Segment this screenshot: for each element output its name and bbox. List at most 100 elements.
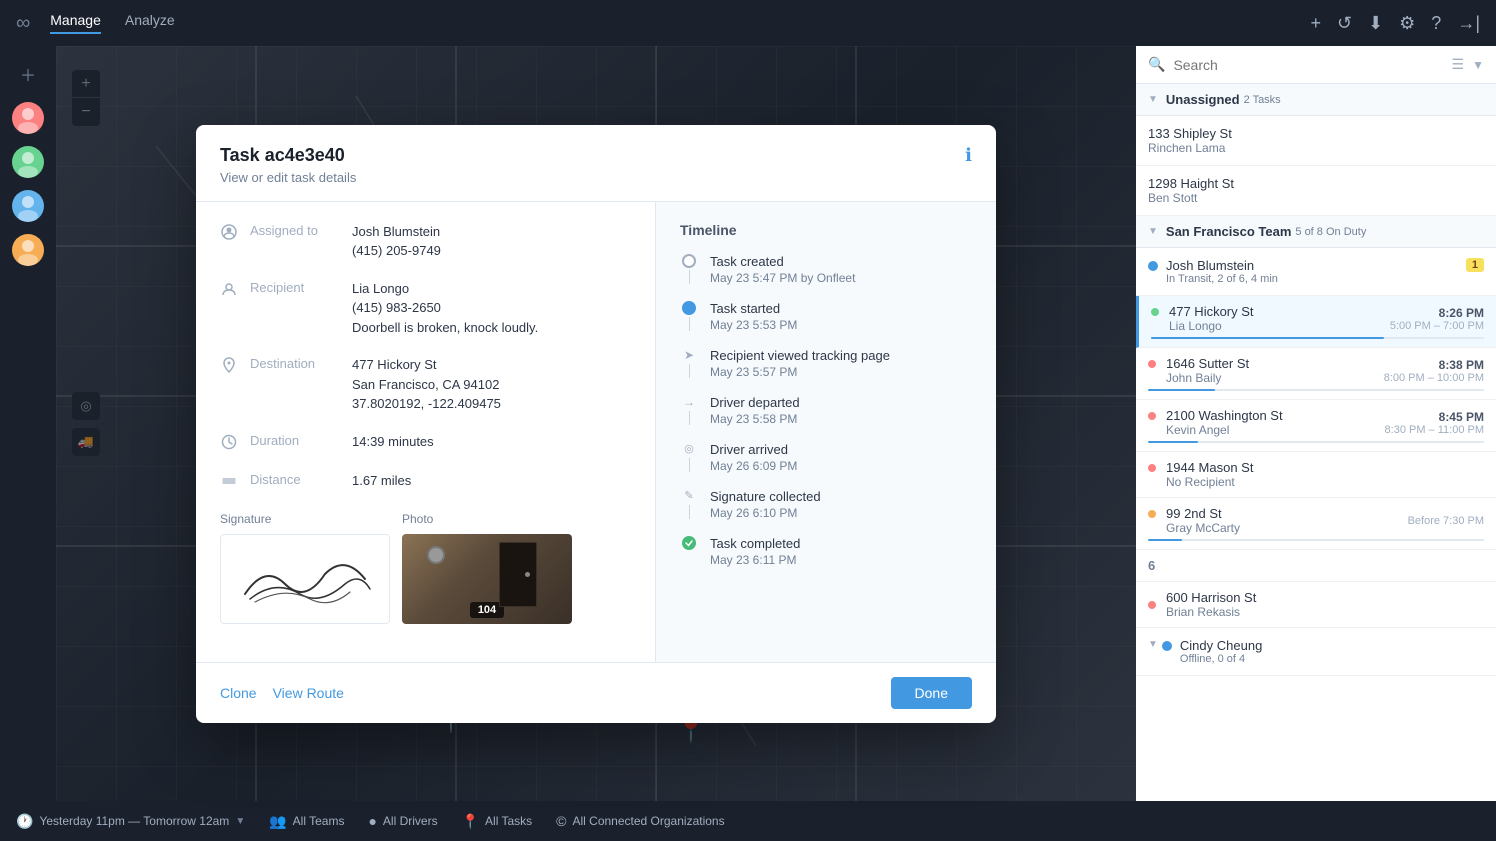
timeline-event-signature: Signature collected: [710, 489, 972, 504]
timeline-time-created: May 23 5:47 PM by Onfleet: [710, 271, 972, 285]
search-input[interactable]: [1173, 57, 1443, 73]
modal-overlay: Task ac4e3e40 View or edit task details …: [56, 46, 1136, 801]
timeline-item-completed: Task completed May 23 6:11 PM: [680, 536, 972, 567]
task-person-shipley: Rinchen Lama: [1148, 141, 1484, 155]
sf-team-arrow-icon: ▼: [1148, 226, 1158, 237]
timeline-dot-arrived: ◎: [682, 442, 696, 456]
route-name-harrison: Brian Rekasis: [1166, 605, 1256, 619]
photo-area: Photo 104: [402, 512, 572, 624]
route-name-mason: No Recipient: [1166, 475, 1253, 489]
route-washington[interactable]: 2100 Washington St Kevin Angel 8:45 PM 8…: [1136, 400, 1496, 452]
timeline-dot-departed: →: [682, 395, 696, 409]
distance-icon: [220, 473, 238, 492]
timeline-time-departed: May 23 5:58 PM: [710, 412, 972, 426]
nav-left: ∞ Manage Analyze: [16, 12, 175, 35]
driver-cindy[interactable]: ▼ Cindy Cheung Offline, 0 of 4: [1136, 628, 1496, 676]
left-sidebar: ＋: [0, 46, 56, 801]
cindy-collapse-icon: ▼: [1148, 639, 1158, 650]
sort-icon[interactable]: ▼: [1472, 58, 1484, 72]
view-route-link[interactable]: View Route: [273, 685, 344, 701]
task-item-haight[interactable]: 1298 Haight St Ben Stott: [1136, 166, 1496, 216]
modal-info-button[interactable]: ℹ: [965, 145, 972, 166]
task-item-shipley[interactable]: 133 Shipley St Rinchen Lama: [1136, 116, 1496, 166]
drivers-icon: ●: [368, 813, 376, 829]
task-title-haight: 1298 Haight St: [1148, 176, 1484, 191]
route-dot-hickory: [1151, 308, 1159, 316]
route-name-sutter: John Baily: [1166, 371, 1249, 385]
help-icon[interactable]: ?: [1431, 13, 1441, 34]
settings-icon[interactable]: ⚙: [1399, 13, 1415, 34]
signature-image[interactable]: [220, 534, 390, 624]
signature-area: Signature: [220, 512, 390, 624]
route-dot-harrison: [1148, 601, 1156, 609]
timeline-dot-started: [682, 301, 696, 315]
duration-icon: [220, 434, 238, 453]
task-title-shipley: 133 Shipley St: [1148, 126, 1484, 141]
assigned-label: Assigned to: [250, 223, 340, 238]
route-progress-fill-2nd: [1148, 539, 1182, 541]
route-2nd[interactable]: 99 2nd St Gray McCarty Before 7:30 PM: [1136, 498, 1496, 550]
route-harrison[interactable]: 600 Harrison St Brian Rekasis: [1136, 582, 1496, 628]
modal-footer: Clone View Route Done: [196, 662, 996, 723]
duration-field: Duration 14:39 minutes: [220, 432, 631, 453]
timeline-item-created: Task created May 23 5:47 PM by Onfleet: [680, 254, 972, 285]
time-range-item[interactable]: 🕐 Yesterday 11pm — Tomorrow 12am ▼: [16, 813, 245, 830]
timeline-item-viewed: ➤ Recipient viewed tracking page May 23 …: [680, 348, 972, 379]
media-row: Signature Photo: [220, 512, 631, 624]
all-drivers-item[interactable]: ● All Drivers: [368, 813, 437, 829]
sf-team-section-header[interactable]: ▼ San Francisco Team 5 of 8 On Duty: [1136, 216, 1496, 248]
timeline-event-completed: Task completed: [710, 536, 972, 551]
refresh-icon[interactable]: ↺: [1337, 13, 1352, 34]
add-task-icon[interactable]: ＋: [12, 58, 44, 90]
route-time-sutter: 8:38 PM: [1384, 358, 1484, 372]
route-time-hickory: 8:26 PM: [1390, 306, 1484, 320]
nav-tabs: Manage Analyze: [50, 12, 174, 34]
clone-link[interactable]: Clone: [220, 685, 257, 701]
recipient-value: Lia Longo (415) 983-2650 Doorbell is bro…: [352, 279, 538, 338]
timeline-time-completed: May 23 6:11 PM: [710, 553, 972, 567]
unassigned-section-header[interactable]: ▼ Unassigned 2 Tasks: [1136, 84, 1496, 116]
done-button[interactable]: Done: [891, 677, 972, 709]
tab-analyze[interactable]: Analyze: [125, 12, 175, 34]
timeline-item-signature: ✎ Signature collected May 26 6:10 PM: [680, 489, 972, 520]
add-icon[interactable]: +: [1310, 13, 1321, 34]
route-progress-2nd: [1148, 539, 1484, 541]
recipient-icon: [220, 281, 238, 300]
photo-image[interactable]: 104: [402, 534, 572, 624]
modal-subtitle: View or edit task details: [220, 170, 356, 185]
tab-manage[interactable]: Manage: [50, 12, 101, 34]
list-view-icon[interactable]: ☰: [1452, 56, 1465, 73]
route-sutter[interactable]: 1646 Sutter St John Baily 8:38 PM 8:00 P…: [1136, 348, 1496, 400]
distance-value: 1.67 miles: [352, 471, 411, 491]
route-dot-mason: [1148, 464, 1156, 472]
recipient-label: Recipient: [250, 280, 340, 295]
route-progress-fill-hickory: [1151, 337, 1384, 339]
all-teams-item[interactable]: 👥 All Teams: [269, 813, 344, 830]
route-dot-2nd: [1148, 510, 1156, 518]
avatar-3[interactable]: [12, 190, 44, 222]
timeline-dot-created: [682, 254, 696, 268]
avatar-4[interactable]: [12, 234, 44, 266]
modal-title-area: Task ac4e3e40 View or edit task details: [220, 145, 356, 185]
all-orgs-item[interactable]: © All Connected Organizations: [556, 813, 724, 829]
sf-team-count: 5 of 8 On Duty: [1295, 226, 1366, 238]
nav-right: + ↺ ⬇ ⚙ ? →|: [1310, 13, 1480, 34]
route-time-washington: 8:45 PM: [1385, 410, 1484, 424]
logout-icon[interactable]: →|: [1457, 13, 1480, 34]
avatar-2[interactable]: [12, 146, 44, 178]
all-tasks-label: All Tasks: [485, 814, 532, 828]
route-mason[interactable]: 1944 Mason St No Recipient: [1136, 452, 1496, 498]
route-name-washington: Kevin Angel: [1166, 423, 1283, 437]
clock-icon: 🕐: [16, 813, 33, 830]
sf-team-title: San Francisco Team: [1166, 224, 1291, 239]
orgs-icon: ©: [556, 813, 566, 829]
route-hickory[interactable]: 477 Hickory St Lia Longo 8:26 PM 5:00 PM…: [1136, 296, 1496, 348]
all-tasks-item[interactable]: 📍 All Tasks: [462, 813, 533, 830]
destination-label: Destination: [250, 356, 340, 371]
route-addr-washington: 2100 Washington St: [1166, 408, 1283, 423]
route-progress-washington: [1148, 441, 1484, 443]
destination-value: 477 Hickory St San Francisco, CA 94102 3…: [352, 355, 501, 414]
driver-josh[interactable]: Josh Blumstein In Transit, 2 of 6, 4 min…: [1136, 248, 1496, 296]
download-icon[interactable]: ⬇: [1368, 13, 1383, 34]
avatar-1[interactable]: [12, 102, 44, 134]
